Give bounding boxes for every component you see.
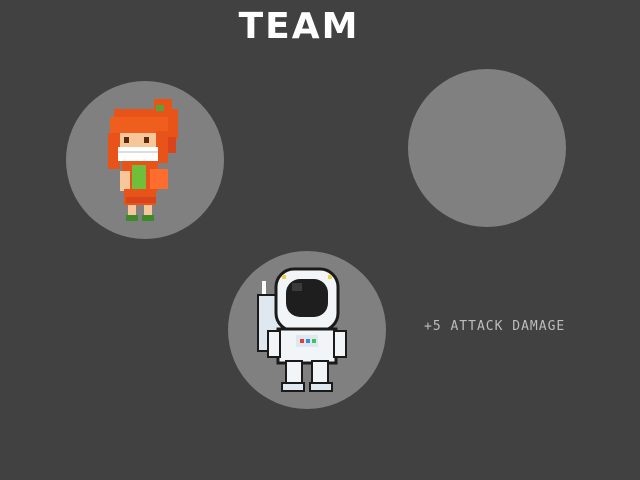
team-slot-1[interactable] xyxy=(66,81,224,239)
redhead-girl-sprite xyxy=(108,99,178,221)
astronaut-sprite xyxy=(257,267,347,392)
character-bonus-text: +5 ATTACK DAMAGE xyxy=(424,319,566,334)
screen-title: TEAM xyxy=(238,6,360,47)
team-slot-3[interactable] xyxy=(228,251,386,409)
team-slot-2-empty[interactable] xyxy=(408,69,566,227)
